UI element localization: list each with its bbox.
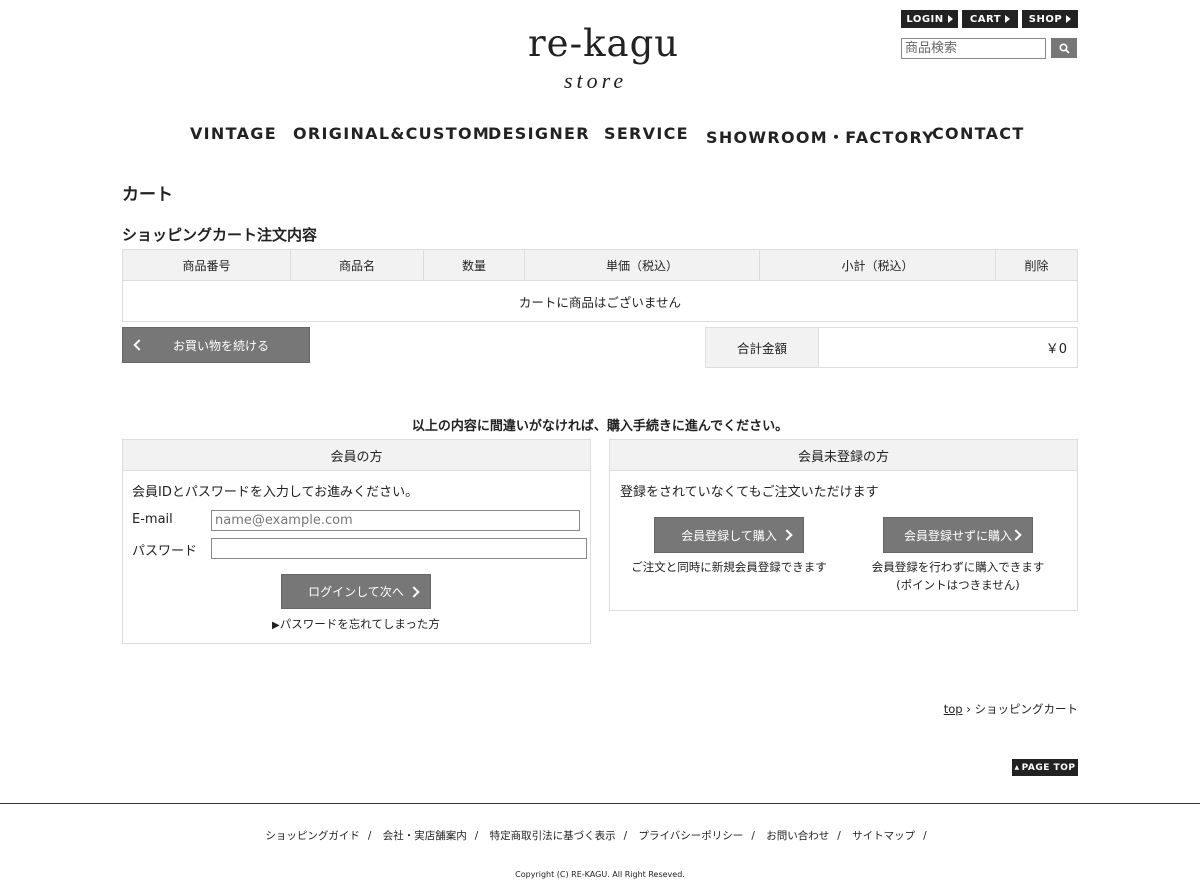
notice-text: 以上の内容に間違いがなければ、購入手続きに進んでください。 (411, 419, 789, 434)
arrow-right-icon (947, 15, 953, 23)
total-value: ￥0 (1045, 342, 1067, 357)
breadcrumb: top › ショッピングカート (944, 701, 1078, 717)
copyright: Copyright (C) RE-KAGU. All Right Reseved… (515, 870, 685, 879)
guest-note-2: (ポイントはつきません) (896, 578, 1020, 592)
separator: / (623, 830, 628, 842)
register-and-buy-button[interactable]: 会員登録して購入 (654, 517, 804, 553)
login-next-label: ログインして次へ (308, 585, 404, 599)
arrow-right-icon (1005, 15, 1011, 23)
col-item-number: 商品番号 (122, 249, 291, 281)
logo[interactable]: re-kagu (528, 22, 679, 65)
separator: / (837, 830, 841, 842)
register-note: ご注文と同時に新規会員登録できます (631, 560, 827, 574)
footer-link-legal[interactable]: 特定商取引法に基づく表示 (490, 830, 616, 842)
triangle-right-icon: ▶ (272, 620, 280, 631)
register-and-buy-label: 会員登録して購入 (681, 528, 777, 543)
forgot-password-label: パスワードを忘れてしまった方 (279, 617, 440, 631)
section-title: ショッピングカート注文内容 (122, 226, 318, 244)
footer-link-contact[interactable]: お問い合わせ (766, 830, 829, 842)
total-label: 合計金額 (706, 328, 819, 367)
breadcrumb-home-link[interactable]: top (944, 702, 963, 716)
empty-cart-message: カートに商品はございません (122, 280, 1078, 322)
page-top-button[interactable]: ▲ PAGE TOP (1012, 759, 1078, 776)
col-delete: 削除 (995, 249, 1078, 281)
guest-panel-title: 会員未登録の方 (610, 440, 1077, 471)
nav-designer[interactable]: DESIGNER (488, 124, 590, 143)
login-button[interactable]: LOGIN (901, 10, 958, 28)
footer-link-privacy[interactable]: プライバシーポリシー (639, 830, 744, 842)
table-row: カートに商品はございません (122, 280, 1078, 322)
member-description: 会員IDとパスワードを入力してお進みください。 (132, 485, 419, 500)
chevron-right-icon: › (966, 702, 975, 716)
login-label: LOGIN (906, 13, 944, 25)
footer-divider (0, 803, 1200, 804)
shop-label: SHOP (1028, 13, 1063, 25)
breadcrumb-current: ショッピングカート (974, 702, 1079, 716)
footer-links: ショッピングガイド / 会社・実店舗案内 / 特定商取引法に基づく表示 / プライバシ… (0, 828, 1200, 843)
cart-table: 商品番号 商品名 数量 単価（税込） 小計（税込） 削除 カートに商品はございま… (122, 249, 1078, 322)
member-panel-title: 会員の方 (123, 440, 590, 471)
continue-shopping-button[interactable]: お買い物を続ける (122, 327, 310, 363)
cart-label: CART (969, 13, 1002, 25)
search-button[interactable] (1051, 38, 1077, 58)
email-field[interactable] (211, 510, 580, 531)
arrow-up-icon: ▲ (1014, 764, 1020, 771)
col-item-name: 商品名 (290, 249, 424, 281)
chevron-left-icon (133, 339, 145, 351)
footer-link-shopping-guide[interactable]: ショッピングガイド (265, 830, 360, 842)
chevron-right-icon (408, 585, 420, 598)
buy-without-register-label: 会員登録せずに購入 (903, 528, 1012, 543)
nav-showroom-factory[interactable]: SHOWROOM・FACTORY (706, 124, 935, 148)
chevron-right-icon (1010, 529, 1022, 541)
col-unit-price: 単価（税込） (524, 249, 760, 281)
logo-subtitle: store (564, 68, 628, 93)
search-input[interactable] (901, 38, 1046, 59)
arrow-right-icon (1066, 15, 1072, 23)
guest-note-1: 会員登録を行わずに購入できます (871, 560, 1045, 574)
footer-link-company[interactable]: 会社・実店舗案内 (383, 830, 467, 842)
shop-button[interactable]: SHOP (1022, 10, 1078, 28)
password-label: パスワード (132, 544, 198, 559)
continue-shopping-label: お買い物を続ける (173, 338, 270, 353)
guest-description: 登録をされていなくてもご注文いただけます (620, 485, 879, 500)
page-top-label: PAGE TOP (1021, 762, 1076, 773)
cart-button[interactable]: CART (962, 10, 1018, 28)
footer-link-sitemap[interactable]: サイトマップ (852, 830, 915, 842)
chevron-right-icon (781, 529, 793, 541)
buy-without-register-button[interactable]: 会員登録せずに購入 (883, 517, 1033, 553)
separator: / (474, 830, 479, 842)
login-next-button[interactable]: ログインして次へ (281, 574, 431, 609)
separator: / (751, 830, 755, 842)
password-field[interactable] (211, 538, 587, 559)
total-box: 合計金額 ￥0 (705, 327, 1078, 368)
table-header-row: 商品番号 商品名 数量 単価（税込） 小計（税込） 削除 (122, 249, 1078, 281)
page-title: カート (122, 185, 173, 205)
email-label: E-mail (132, 512, 173, 527)
search-icon (1058, 42, 1070, 54)
nav-original-custom[interactable]: ORIGINAL&CUSTOM (293, 124, 490, 143)
col-subtotal: 小計（税込） (759, 249, 996, 281)
separator: / (367, 830, 372, 842)
separator: / (923, 830, 927, 842)
col-quantity: 数量 (423, 249, 525, 281)
nav-contact[interactable]: CONTACT (932, 124, 1025, 143)
nav-vintage[interactable]: VINTAGE (190, 124, 277, 143)
nav-service[interactable]: SERVICE (604, 124, 689, 143)
forgot-password-link[interactable]: ▶パスワードを忘れてしまった方 (272, 616, 440, 632)
